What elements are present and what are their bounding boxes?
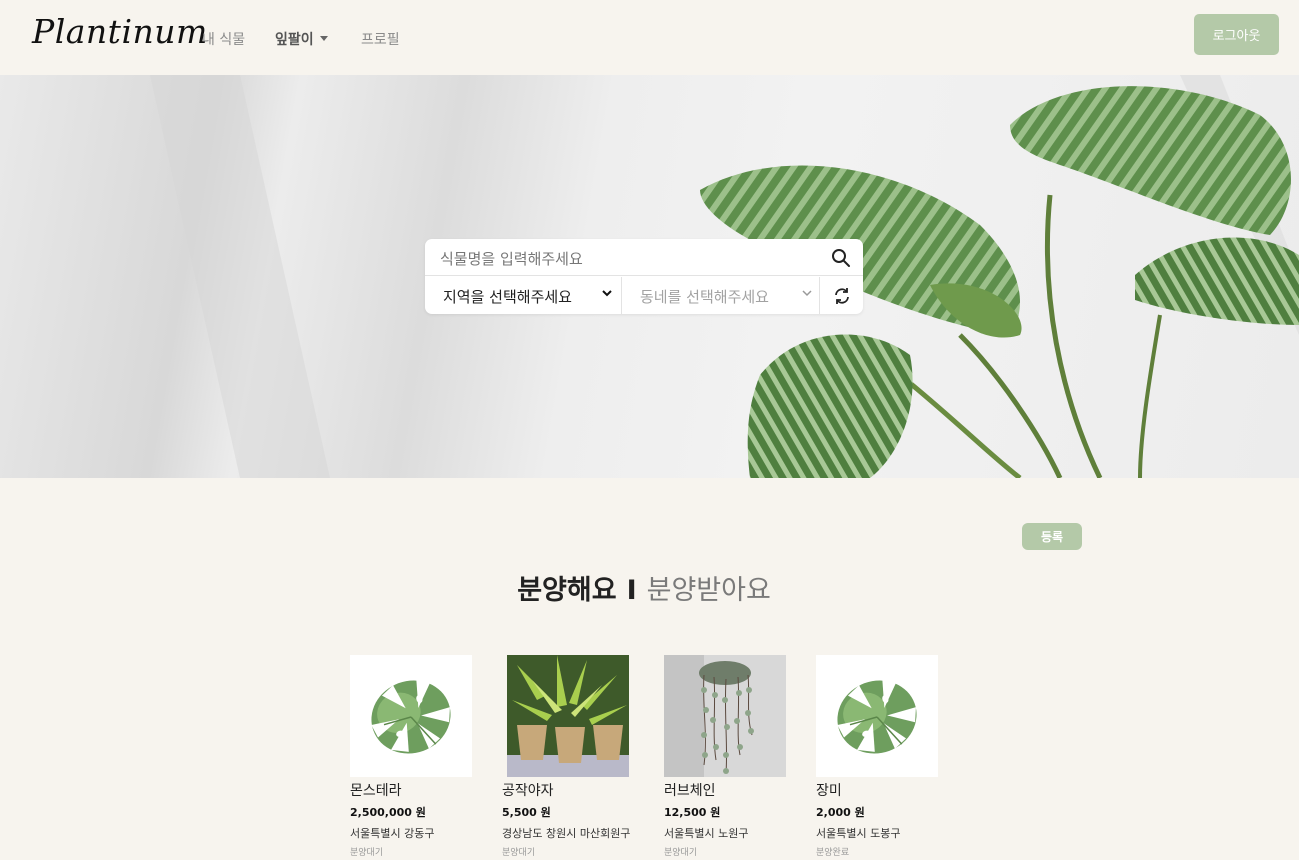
caret-down-icon [319, 35, 328, 41]
listing-status: 분양대기 [502, 848, 536, 858]
listing-card[interactable]: 몬스테라 2,500,000 원 서울특별시 강동구 분양대기 [350, 655, 510, 858]
nav-link-my-plants[interactable]: 내 식물 [202, 29, 245, 49]
refresh-icon [834, 287, 849, 304]
monstera-leaf-icon [837, 678, 917, 754]
tab-separator: I [626, 575, 637, 606]
listing-price: 2,000 원 [816, 806, 865, 819]
search-input[interactable]: 식물명을 입력해주세요 [440, 248, 583, 269]
logout-button[interactable]: 로그아웃 [1194, 14, 1279, 55]
fern-photo [507, 655, 629, 777]
listing-image[interactable] [816, 655, 938, 777]
listing-card[interactable]: 장미 2,000 원 서울특별시 도봉구 분양완료 [816, 655, 976, 858]
navbar: Plantinum 내 식물 잎팔이 프로필 로그아웃 [0, 0, 1299, 75]
refresh-button[interactable] [820, 277, 863, 314]
search-bar: 식물명을 입력해주세요 [425, 239, 863, 276]
tab-sell[interactable]: 분양해요 [517, 575, 616, 606]
listing-image[interactable] [664, 655, 786, 777]
listing-price: 5,500 원 [502, 806, 551, 819]
search-icon[interactable] [831, 248, 851, 268]
string-of-hearts-photo [664, 655, 786, 777]
listing-status: 분양대기 [664, 848, 698, 858]
listing-card[interactable]: 공작야자 5,500 원 경상남도 창원시 마산회원구 분양대기 [502, 655, 662, 858]
region-select[interactable]: 지역을 선택해주세요 [425, 277, 622, 314]
region-select-value: 지역을 선택해주세요 [443, 288, 572, 306]
listing-tabs: 분양해요 I 분양받아요 [0, 568, 1288, 607]
tab-adopt[interactable]: 분양받아요 [647, 575, 771, 606]
listing-name: 러브체인 [664, 783, 716, 799]
listing-name: 몬스테라 [350, 783, 402, 799]
listing-price: 2,500,000 원 [350, 806, 426, 819]
listing-name: 장미 [816, 783, 842, 799]
listing-price: 12,500 원 [664, 806, 721, 819]
monstera-leaf-icon [371, 678, 451, 754]
search-panel: 식물명을 입력해주세요 지역을 선택해주세요 동네를 선택해주세요 [425, 239, 863, 314]
listing-status: 분양대기 [350, 848, 384, 858]
hero-banner: 식물명을 입력해주세요 지역을 선택해주세요 동네를 선택해주세요 [0, 75, 1299, 478]
nav-link-profile[interactable]: 프로필 [361, 29, 400, 49]
nav-dropdown-label: 잎팔이 [275, 32, 314, 48]
logo[interactable]: Plantinum [32, 12, 208, 51]
listing-location: 경상남도 창원시 마산회원구 [502, 827, 631, 840]
listing-image[interactable] [350, 655, 472, 777]
listing-location: 서울특별시 도봉구 [816, 827, 901, 840]
chevron-down-icon [802, 290, 812, 297]
listing-name: 공작야자 [502, 783, 554, 799]
listing-image[interactable] [507, 655, 629, 777]
town-select[interactable]: 동네를 선택해주세요 [622, 277, 820, 314]
listing-location: 서울특별시 노원구 [664, 827, 749, 840]
nav-dropdown-leaf-sale[interactable]: 잎팔이 [275, 29, 328, 49]
town-select-value: 동네를 선택해주세요 [640, 288, 769, 306]
listing-status: 분양완료 [816, 848, 850, 858]
listing-card[interactable]: 러브체인 12,500 원 서울특별시 노원구 분양대기 [664, 655, 824, 858]
register-button[interactable]: 등록 [1022, 523, 1082, 550]
chevron-down-icon [602, 290, 612, 297]
listing-location: 서울특별시 강동구 [350, 827, 435, 840]
